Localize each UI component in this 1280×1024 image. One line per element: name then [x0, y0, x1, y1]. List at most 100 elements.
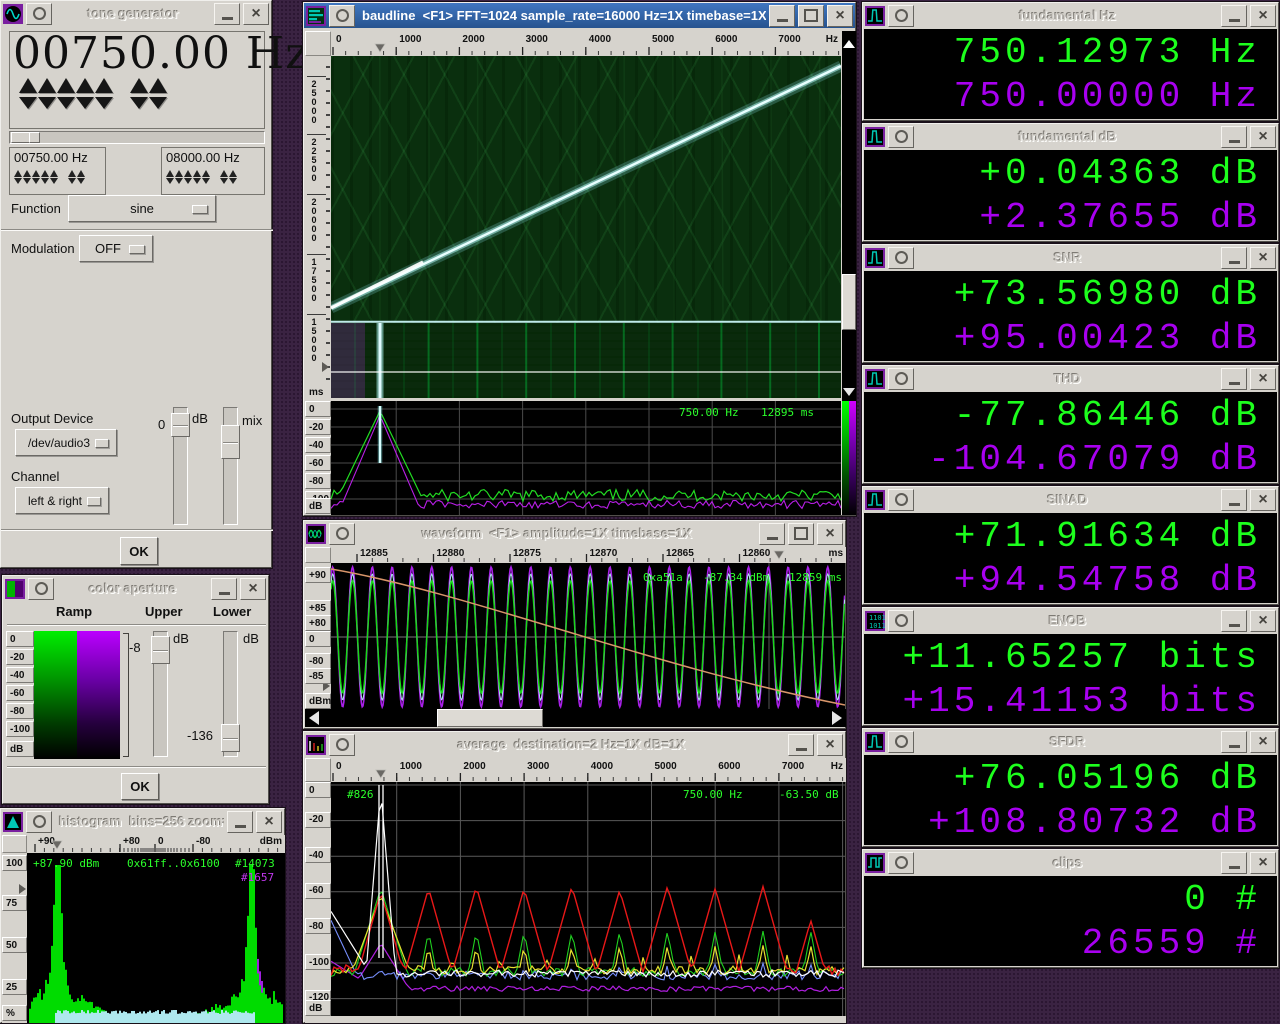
decrement-arrow-icon[interactable] — [130, 97, 148, 109]
digit-stepper[interactable] — [68, 170, 76, 184]
increment-arrow-icon[interactable] — [57, 78, 75, 93]
minimize-button[interactable] — [1221, 852, 1247, 874]
decrement-arrow-icon[interactable] — [202, 178, 210, 184]
titlebar[interactable]: waveform <F1> amplitude=1X timebase=1X × — [304, 521, 845, 546]
maximize-button[interactable] — [788, 523, 814, 545]
upper-slider-thumb[interactable] — [151, 636, 170, 664]
digit-stepper[interactable] — [130, 78, 148, 109]
minimize-button[interactable] — [769, 5, 795, 27]
increment-arrow-icon[interactable] — [77, 170, 85, 177]
increment-arrow-icon[interactable] — [32, 170, 40, 177]
modulation-dropdown[interactable]: OFF — [79, 235, 153, 262]
titlebar[interactable]: clips × — [863, 850, 1278, 875]
decrement-arrow-icon[interactable] — [95, 97, 113, 109]
digit-stepper[interactable] — [14, 170, 22, 184]
close-button[interactable]: × — [240, 578, 266, 600]
close-button[interactable]: × — [1250, 731, 1276, 753]
scroll-down-arrow[interactable] — [842, 383, 856, 401]
decrement-arrow-icon[interactable] — [166, 178, 174, 184]
digit-stepper[interactable] — [184, 170, 192, 184]
minimize-button[interactable] — [214, 3, 240, 25]
average-plot[interactable]: #826 750.00 Hz -63.50 dB — [331, 782, 845, 1016]
digit-stepper[interactable] — [41, 170, 49, 184]
minimize-button[interactable] — [1221, 368, 1247, 390]
sweep-start-steppers[interactable] — [14, 170, 86, 184]
increment-arrow-icon[interactable] — [149, 78, 167, 93]
decrement-arrow-icon[interactable] — [14, 178, 22, 184]
window-menu-button[interactable] — [888, 610, 914, 632]
decrement-arrow-icon[interactable] — [50, 178, 58, 184]
scrollbar-thumb[interactable] — [842, 274, 856, 330]
ramp-gradient-green[interactable] — [34, 631, 77, 759]
titlebar[interactable]: THD × — [863, 366, 1278, 391]
ok-button[interactable]: OK — [120, 537, 158, 565]
increment-arrow-icon[interactable] — [175, 170, 183, 177]
close-button[interactable]: × — [1250, 368, 1276, 390]
digit-stepper[interactable] — [95, 78, 113, 109]
decrement-arrow-icon[interactable] — [193, 178, 201, 184]
frequency-slider[interactable] — [9, 131, 265, 144]
titlebar[interactable]: fundamental dB × — [863, 124, 1278, 149]
increment-arrow-icon[interactable] — [193, 170, 201, 177]
digit-stepper[interactable] — [220, 170, 228, 184]
minimize-button[interactable] — [1221, 247, 1247, 269]
minimize-button[interactable] — [1221, 731, 1247, 753]
decrement-arrow-icon[interactable] — [229, 178, 237, 184]
increment-arrow-icon[interactable] — [202, 170, 210, 177]
channel-dropdown[interactable]: left & right — [15, 487, 109, 514]
waveform-time-ruler[interactable]: 128851288012875128701286512860ms — [331, 547, 846, 563]
time-ruler[interactable]: 2500022500200001750015000ms — [305, 56, 331, 401]
decrement-arrow-icon[interactable] — [184, 178, 192, 184]
average-frequency-ruler[interactable]: 01000200030004000500060007000Hz — [331, 758, 846, 782]
scroll-right-arrow[interactable] — [828, 709, 846, 727]
window-menu-button[interactable] — [888, 489, 914, 511]
close-button[interactable]: × — [1250, 5, 1276, 27]
spectrum-plot[interactable]: 750.00 Hz 12895 ms — [331, 401, 841, 515]
digit-stepper[interactable] — [166, 170, 174, 184]
digit-stepper[interactable] — [23, 170, 31, 184]
increment-arrow-icon[interactable] — [38, 78, 56, 93]
pause-button[interactable] — [842, 31, 856, 56]
decrement-arrow-icon[interactable] — [32, 178, 40, 184]
increment-arrow-icon[interactable] — [229, 170, 237, 177]
decrement-arrow-icon[interactable] — [77, 178, 85, 184]
mix-slider-thumb[interactable] — [221, 425, 240, 459]
decrement-arrow-icon[interactable] — [68, 178, 76, 184]
digit-stepper[interactable] — [149, 78, 167, 109]
decrement-arrow-icon[interactable] — [175, 178, 183, 184]
minimize-button[interactable] — [1221, 610, 1247, 632]
increment-arrow-icon[interactable] — [19, 78, 37, 93]
output-device-dropdown[interactable]: /dev/audio3 — [15, 429, 117, 456]
decrement-arrow-icon[interactable] — [23, 178, 31, 184]
maximize-button[interactable] — [798, 5, 824, 27]
window-menu-button[interactable] — [888, 247, 914, 269]
titlebar[interactable]: baudline <F1> FFT=1024 sample_rate=16000… — [304, 3, 855, 28]
digit-stepper[interactable] — [19, 78, 37, 109]
minimize-button[interactable] — [759, 523, 785, 545]
window-menu-button[interactable] — [26, 3, 52, 25]
decrement-arrow-icon[interactable] — [19, 97, 37, 109]
increment-arrow-icon[interactable] — [76, 78, 94, 93]
sweep-end-steppers[interactable] — [166, 170, 238, 184]
close-button[interactable]: × — [1250, 489, 1276, 511]
increment-arrow-icon[interactable] — [14, 170, 22, 177]
window-menu-button[interactable] — [329, 523, 355, 545]
decrement-arrow-icon[interactable] — [76, 97, 94, 109]
window-menu-button[interactable] — [28, 578, 54, 600]
window-menu-button[interactable] — [329, 5, 355, 27]
window-menu-button[interactable] — [888, 126, 914, 148]
window-menu-button[interactable] — [888, 852, 914, 874]
scrollbar-thumb[interactable] — [437, 709, 543, 727]
gain-slider-thumb[interactable] — [171, 413, 190, 437]
close-button[interactable]: × — [243, 3, 269, 25]
increment-arrow-icon[interactable] — [130, 78, 148, 93]
waveform-plot[interactable]: 0xa51a -87.34 dBm 12859 ms — [331, 563, 845, 709]
minimize-button[interactable] — [211, 578, 237, 600]
decrement-arrow-icon[interactable] — [41, 178, 49, 184]
titlebar[interactable]: average destination=2 Hz=1X dB=1X × — [304, 732, 845, 757]
close-button[interactable]: × — [1250, 247, 1276, 269]
spectrogram-tone-display[interactable] — [331, 323, 841, 398]
digit-stepper[interactable] — [76, 78, 94, 109]
titlebar[interactable]: color aperture × — [3, 576, 268, 601]
spectrogram-display[interactable] — [331, 56, 841, 323]
